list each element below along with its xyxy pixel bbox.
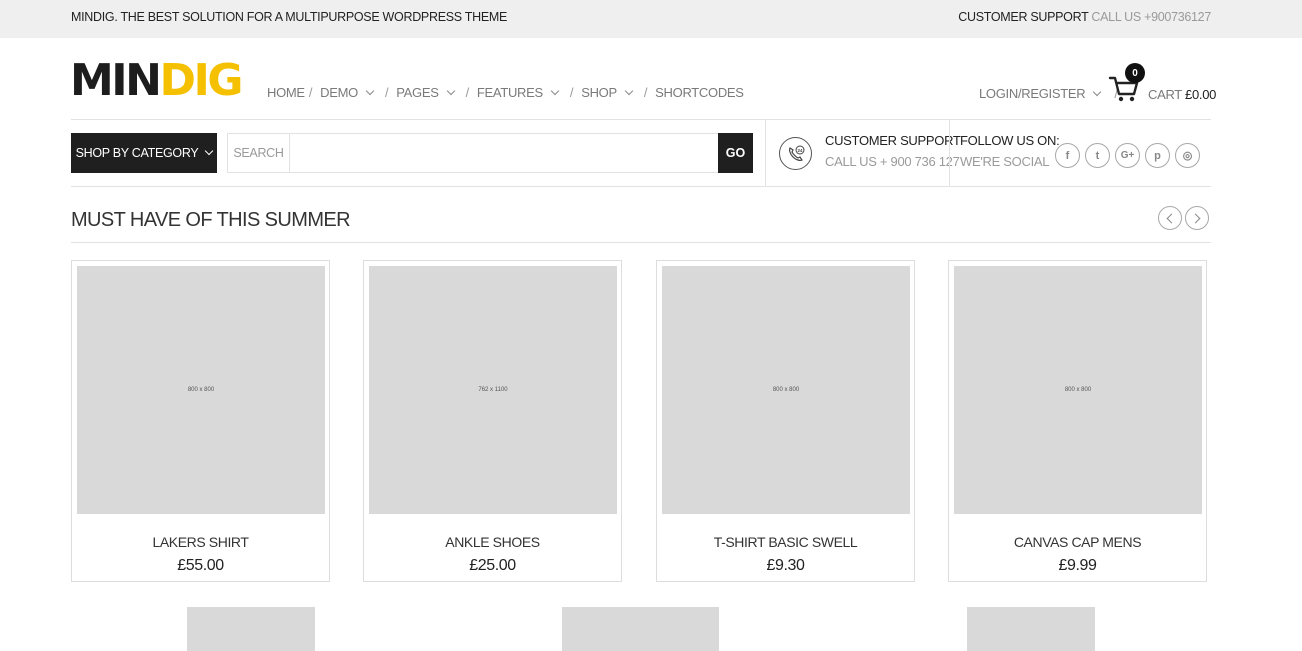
- cart-label: CART: [1148, 87, 1182, 102]
- product-image-partial[interactable]: [187, 607, 315, 651]
- topbar-support-phone[interactable]: CALL US +900736127: [1091, 10, 1211, 24]
- cart-amount: £0.00: [1185, 87, 1217, 102]
- topbar-support-label: CUSTOMER SUPPORT: [958, 10, 1089, 24]
- instagram-icon[interactable]: ◎: [1175, 143, 1200, 168]
- product-name[interactable]: CANVAS CAP MENS: [949, 534, 1206, 550]
- site-logo[interactable]: MINDIG: [70, 55, 243, 106]
- product-name[interactable]: T-SHIRT BASIC SWELL: [657, 534, 914, 550]
- product-image[interactable]: 800 x 800: [954, 266, 1202, 514]
- chevron-down-icon: [205, 146, 214, 156]
- product-image[interactable]: 800 x 800: [77, 266, 325, 514]
- vertical-divider: [765, 120, 766, 186]
- nav-item-label: HOME: [267, 85, 305, 100]
- nav-item-shop[interactable]: SHOP: [581, 85, 634, 100]
- follow-us-title: FOLLOW US ON:: [960, 133, 1060, 148]
- top-bar: MINDIG. THE BEST SOLUTION FOR A MULTIPUR…: [0, 0, 1302, 38]
- customer-support: CUSTOMER SUPPORT CALL US + 900 736 127: [825, 133, 961, 169]
- header-divider: [71, 119, 1211, 120]
- cart-total[interactable]: CART £0.00: [1148, 87, 1216, 102]
- chevron-down-icon: [446, 86, 455, 95]
- site-tagline: MINDIG. THE BEST SOLUTION FOR A MULTIPUR…: [71, 10, 508, 24]
- login-register-label: LOGIN/REGISTER: [979, 86, 1086, 101]
- product-card[interactable]: 800 x 800 T-SHIRT BASIC SWELL £9.30: [656, 260, 915, 582]
- nav-item-label: SHORTCODES: [655, 85, 744, 100]
- nav-separator: /: [384, 85, 389, 100]
- nav-item-label: SHOP: [581, 85, 617, 100]
- product-price: £9.99: [1058, 557, 1097, 574]
- product-price: £25.00: [469, 557, 516, 574]
- product-card[interactable]: 800 x 800 LAKERS SHIRT £55.00: [71, 260, 330, 582]
- search-label: SEARCH: [228, 134, 290, 172]
- chevron-down-icon: [365, 86, 375, 95]
- search-input[interactable]: [290, 134, 718, 172]
- shop-by-category-button[interactable]: SHOP BY CATEGORY: [71, 133, 217, 173]
- customer-support-title: CUSTOMER SUPPORT: [825, 133, 961, 148]
- login-register[interactable]: LOGIN/REGISTER /: [979, 86, 1118, 101]
- chevron-down-icon: [1093, 87, 1102, 96]
- product-image-partial[interactable]: [967, 607, 1095, 651]
- facebook-icon[interactable]: f: [1055, 143, 1080, 168]
- main-nav: HOME / DEMO / PAGES / FEATURES / SHOP / …: [267, 85, 744, 100]
- product-card[interactable]: 762 x 1100 ANKLE SHOES £25.00: [363, 260, 622, 582]
- topbar-support: CUSTOMER SUPPORT CALL US +900736127: [958, 10, 1211, 24]
- carousel-prev-button[interactable]: [1158, 206, 1182, 230]
- product-name[interactable]: LAKERS SHIRT: [72, 534, 329, 550]
- product-card[interactable]: 800 x 800 CANVAS CAP MENS £9.99: [948, 260, 1207, 582]
- nav-separator: /: [308, 85, 313, 100]
- nav-item-features[interactable]: FEATURES: [476, 85, 560, 100]
- search-go-button[interactable]: GO: [718, 133, 753, 173]
- section-divider: [71, 242, 1211, 243]
- product-image-partial[interactable]: [562, 607, 719, 651]
- cart-count-badge: 0: [1125, 63, 1145, 83]
- nav-item-home[interactable]: HOME: [267, 85, 305, 100]
- chevron-right-icon: [1190, 213, 1201, 223]
- carousel-next-button[interactable]: [1185, 206, 1209, 230]
- vertical-divider: [949, 120, 950, 186]
- support-24h-icon: 24: [779, 137, 812, 170]
- product-image[interactable]: 762 x 1100: [369, 266, 617, 514]
- nav-separator: /: [643, 85, 648, 100]
- nav-separator: /: [465, 85, 470, 100]
- shop-by-category-label: SHOP BY CATEGORY: [75, 146, 199, 160]
- follow-us-subtitle: WE'RE SOCIAL: [960, 154, 1050, 169]
- twitter-icon[interactable]: t: [1085, 143, 1110, 168]
- nav-item-demo[interactable]: DEMO: [320, 85, 375, 100]
- chevron-down-icon: [550, 86, 560, 95]
- logo-part-dig: DIG: [159, 55, 243, 106]
- chevron-down-icon: [624, 86, 634, 95]
- logo-part-min: MIN: [70, 55, 162, 106]
- search-row-divider: [71, 186, 1211, 187]
- nav-item-label: FEATURES: [476, 85, 543, 100]
- search-bar: SEARCH GO: [227, 133, 753, 173]
- nav-item-pages[interactable]: PAGES: [396, 85, 455, 100]
- nav-item-label: PAGES: [396, 85, 439, 100]
- svg-text:24: 24: [797, 147, 803, 152]
- product-price: £9.30: [766, 557, 805, 574]
- section-title: MUST HAVE OF THIS SUMMER: [71, 209, 351, 231]
- nav-item-shortcodes[interactable]: SHORTCODES: [655, 85, 744, 100]
- product-name[interactable]: ANKLE SHOES: [364, 534, 621, 550]
- customer-support-phone[interactable]: CALL US + 900 736 127: [825, 154, 961, 169]
- product-price: £55.00: [177, 557, 224, 574]
- social-links: f t G+ p ◎: [1055, 143, 1200, 168]
- nav-separator: /: [569, 85, 574, 100]
- chevron-left-icon: [1166, 213, 1177, 223]
- google-plus-icon[interactable]: G+: [1115, 143, 1140, 168]
- follow-us: FOLLOW US ON: WE'RE SOCIAL: [960, 133, 1060, 169]
- nav-item-label: DEMO: [320, 85, 358, 100]
- product-image[interactable]: 800 x 800: [662, 266, 910, 514]
- pinterest-icon[interactable]: p: [1145, 143, 1170, 168]
